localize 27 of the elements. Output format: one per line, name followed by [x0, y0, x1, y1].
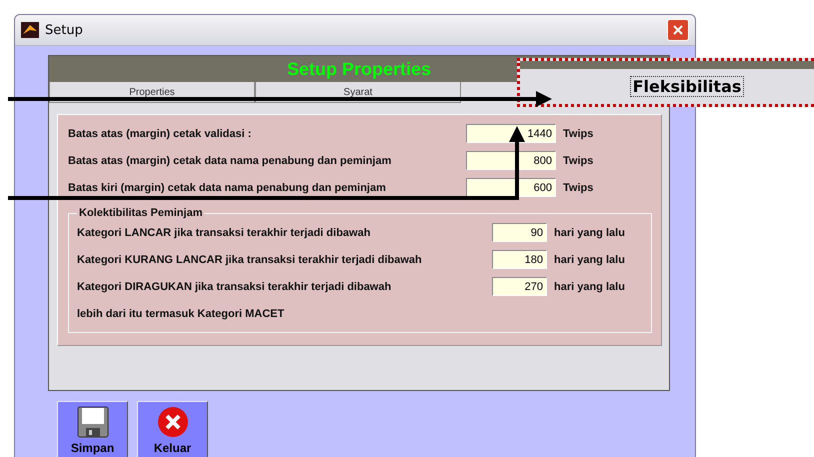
field-label: Batas atas (margin) cetak data nama penabung dan peminjam [68, 154, 392, 166]
field-label: Kategori DIRAGUKAN jika transaksi terakhir terjadi dibawah [77, 280, 392, 292]
unit-label: hari yang lalu [554, 280, 625, 292]
unit-label: Twips [563, 128, 594, 140]
field-label: Batas atas (margin) cetak validasi : [68, 128, 252, 140]
exit-button[interactable]: Keluar [137, 401, 208, 457]
app-icon [21, 22, 39, 38]
field-label: Kategori LANCAR jika transaksi terakhir terjadi dibawah [77, 226, 372, 238]
window-title: Setup [45, 22, 84, 38]
group-title: Kolektibilitas Peminjam [78, 207, 204, 219]
field-label: Kategori KURANG LANCAR jika transaksi terakhir terjadi dibawah [77, 254, 423, 266]
input-field[interactable]: 800 [466, 151, 556, 170]
input-field[interactable]: 1440 [466, 124, 556, 143]
field-label: Batas kiri (margin) cetak data nama penabung dan peminjam [68, 182, 387, 194]
save-button[interactable]: Simpan [57, 401, 128, 457]
close-icon [156, 406, 188, 438]
close-button[interactable] [667, 19, 689, 41]
input-field[interactable]: 270 [492, 277, 547, 296]
unit-label: Twips [563, 154, 594, 166]
input-field[interactable]: 90 [492, 223, 547, 242]
input-field[interactable]: 180 [492, 250, 547, 269]
unit-label: hari yang lalu [554, 226, 625, 238]
unit-label: hari yang lalu [554, 254, 625, 266]
unit-label: Twips [563, 182, 594, 194]
close-icon [672, 24, 684, 36]
note-text: lebih dari itu termasuk Kategori MACET [77, 308, 284, 320]
input-field[interactable]: 600 [466, 178, 556, 197]
